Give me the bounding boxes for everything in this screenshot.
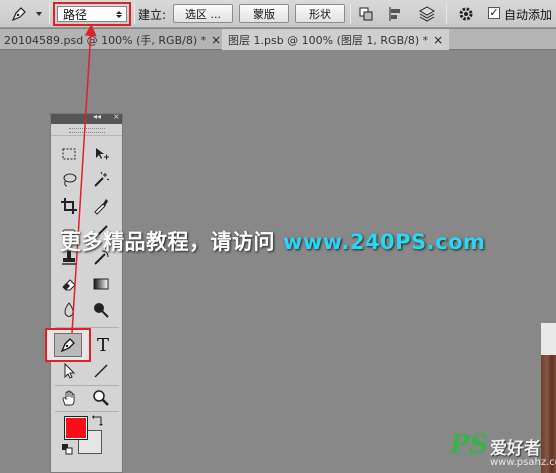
zoom-tool[interactable] — [89, 387, 113, 409]
tab-document-1[interactable]: 20104589.psd @ 100% (手, RGB/8) * × — [0, 29, 227, 50]
logo-site: www.psahz.com — [490, 457, 556, 468]
default-colors-icon[interactable] — [61, 443, 73, 455]
zoom-icon — [93, 390, 109, 406]
tool-preset-picker[interactable] — [6, 3, 46, 24]
line-tool[interactable] — [89, 360, 113, 382]
lasso-icon — [63, 173, 77, 187]
eraser-tool[interactable] — [57, 273, 81, 295]
blur-tool[interactable] — [57, 299, 81, 321]
path-mode-select[interactable]: 路径 — [53, 2, 131, 26]
pen-tool[interactable] — [45, 328, 91, 362]
path-mode-value: 路径 — [63, 7, 88, 22]
eyedropper-tool[interactable] — [89, 195, 113, 217]
pen-icon — [60, 338, 75, 353]
logo-name: 爱好者 — [490, 439, 541, 459]
path-selection-tool[interactable] — [57, 360, 81, 382]
marquee-tool[interactable] — [57, 143, 81, 165]
divider — [134, 4, 135, 24]
close-icon[interactable]: × — [113, 112, 120, 121]
move-tool[interactable] — [89, 143, 113, 165]
divider — [446, 4, 447, 24]
auto-add-checkbox[interactable]: ✓ — [488, 7, 500, 19]
logo-mark: PS — [450, 430, 489, 460]
watermark-text: 更多精品教程，请访问 — [60, 230, 275, 254]
path-operations-icon[interactable] — [357, 5, 375, 23]
line-icon — [94, 364, 108, 378]
tab-label: 20104589.psd @ 100% (手, RGB/8) * — [4, 33, 207, 47]
path-alignment-icon[interactable] — [387, 5, 405, 23]
document-tab-bar: 20104589.psd @ 100% (手, RGB/8) * × 图层 1.… — [0, 29, 556, 50]
eyedropper-icon — [94, 199, 108, 215]
gradient-icon — [93, 278, 109, 290]
watermark-url: www.240PS.com — [283, 230, 486, 254]
options-bar: 路径 建立: 选区 ... 蒙版 形状 ✓ 自动添加 — [0, 0, 556, 28]
pen-icon — [11, 6, 26, 21]
make-mask-button[interactable]: 蒙版 — [239, 4, 289, 23]
panel-header[interactable]: ◂◂ × — [51, 112, 122, 124]
move-icon — [96, 148, 109, 160]
swap-colors-icon[interactable] — [91, 413, 105, 427]
gradient-tool[interactable] — [89, 273, 113, 295]
divider — [49, 4, 50, 24]
hand-icon — [62, 390, 75, 406]
magnifier-icon — [94, 303, 109, 318]
lasso-tool[interactable] — [57, 169, 81, 191]
tab-document-2[interactable]: 图层 1.psb @ 100% (图层 1, RGB/8) * × — [222, 29, 450, 50]
drop-icon — [64, 302, 74, 317]
crop-icon — [61, 198, 77, 214]
divider — [55, 411, 119, 412]
close-icon[interactable]: × — [211, 33, 221, 47]
type-tool[interactable]: T — [91, 334, 115, 356]
make-shape-button[interactable]: 形状 — [295, 4, 345, 23]
crop-tool[interactable] — [57, 195, 81, 217]
dodge-tool[interactable] — [89, 299, 113, 321]
make-selection-button[interactable]: 选区 ... — [173, 4, 233, 23]
gear-icon[interactable] — [457, 5, 475, 23]
auto-add-label: 自动添加 — [504, 8, 553, 22]
watermark-banner: 更多精品教程，请访问 www.240PS.com — [60, 226, 485, 256]
type-icon: T — [96, 334, 109, 356]
arrow-pointer-icon — [64, 362, 76, 379]
marquee-icon — [62, 148, 76, 160]
path-arrangement-icon[interactable] — [418, 5, 436, 23]
chevron-down-icon — [36, 11, 42, 16]
quick-selection-tool[interactable] — [89, 169, 113, 191]
close-icon[interactable]: × — [433, 33, 443, 47]
updown-arrows-icon — [116, 10, 122, 18]
tab-label: 图层 1.psb @ 100% (图层 1, RGB/8) * — [228, 33, 429, 47]
divider — [350, 4, 351, 24]
make-label: 建立: — [138, 8, 167, 22]
collapse-icon[interactable]: ◂◂ — [93, 112, 101, 121]
site-logo: PS 爱好者 www.psahz.com — [450, 430, 556, 472]
hand-tool[interactable] — [57, 387, 81, 409]
divider — [55, 385, 119, 386]
magic-wand-icon — [94, 171, 110, 187]
eraser-icon — [62, 279, 76, 291]
foreground-color-swatch[interactable] — [64, 416, 88, 440]
panel-grip[interactable] — [51, 124, 122, 136]
